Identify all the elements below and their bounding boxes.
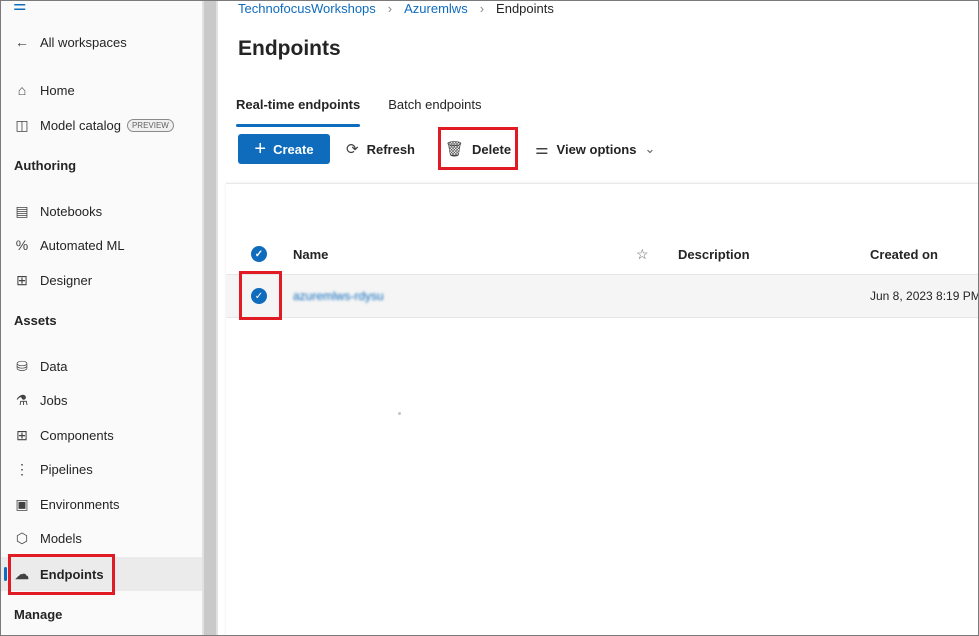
create-label: Create — [273, 141, 314, 157]
cube-icon: ⬡ — [15, 529, 29, 546]
table-header-row: ✓ Name ☆ Description Created on — [226, 236, 978, 272]
section-manage: Manage — [14, 607, 63, 622]
highlight-delete — [438, 127, 518, 170]
notebook-icon: ▤ — [15, 202, 29, 219]
view-options-label: View options — [556, 141, 637, 157]
column-header-description[interactable]: Description — [678, 247, 750, 262]
section-assets: Assets — [14, 313, 57, 328]
designer-icon: ⊞ — [16, 271, 28, 288]
endpoint-tabs: Real-time endpoints Batch endpoints — [236, 97, 481, 112]
table-row[interactable]: ✓ azuremlws-rdysu Jun 8, 2023 8:19 PM — [226, 274, 979, 318]
sliders-icon: ⚌ — [535, 141, 549, 158]
preview-badge: PREVIEW — [126, 118, 174, 132]
highlight-row-checkbox — [239, 271, 282, 320]
nav-label: Jobs — [40, 392, 68, 408]
breadcrumb: TechnofocusWorkshops › Azuremlws › Endpo… — [238, 1, 554, 16]
selected-tab-underline — [236, 124, 360, 127]
model-catalog-icon: ◫ — [15, 116, 29, 133]
environment-icon: ▣ — [15, 495, 29, 512]
refresh-label: Refresh — [366, 141, 415, 157]
nav-item-models[interactable]: ⬡ Models — [1, 521, 202, 555]
chevron-right-icon: › — [479, 1, 485, 16]
endpoints-table: ✓ Name ☆ Description Created on ✓ azurem… — [226, 183, 979, 635]
left-nav: ☰ ← All workspaces ⌂ Home ◫ Model catalo… — [1, 1, 202, 635]
view-options-button[interactable]: ⚌ View options ⌄ — [525, 134, 665, 164]
breadcrumb-current: Endpoints — [496, 1, 554, 16]
nav-item-pipelines[interactable]: ⋮ Pipelines — [1, 452, 202, 486]
tab-batch-endpoints[interactable]: Batch endpoints — [388, 97, 481, 112]
nav-item-data[interactable]: ⛁ Data — [1, 349, 202, 383]
nav-label: Home — [40, 82, 75, 98]
endpoint-created-on: Jun 8, 2023 8:19 PM — [870, 289, 979, 303]
breadcrumb-workspace-group[interactable]: TechnofocusWorkshops — [238, 1, 376, 16]
loading-dot — [398, 412, 401, 415]
nav-label: Models — [40, 530, 82, 546]
pipeline-icon: ⋮ — [15, 460, 29, 477]
select-all-checkbox[interactable]: ✓ — [251, 246, 267, 262]
nav-label: Pipelines — [40, 461, 93, 477]
chevron-right-icon: › — [387, 1, 393, 16]
star-icon[interactable]: ☆ — [636, 246, 649, 263]
automl-icon: % — [15, 237, 29, 253]
back-label: All workspaces — [40, 34, 127, 50]
sidebar-scrollbar-thumb[interactable] — [204, 1, 216, 635]
hamburger-menu-icon[interactable]: ☰ — [13, 1, 26, 13]
endpoint-name-link[interactable]: azuremlws-rdysu — [293, 289, 384, 303]
nav-item-environments[interactable]: ▣ Environments — [1, 487, 202, 521]
main-content: TechnofocusWorkshops › Azuremlws › Endpo… — [218, 1, 979, 635]
nav-label: Data — [40, 358, 68, 374]
home-icon: ⌂ — [17, 82, 27, 98]
nav-item-home[interactable]: ⌂ Home — [1, 73, 202, 107]
refresh-button[interactable]: ⟳ Refresh — [336, 134, 425, 164]
tab-realtime-endpoints[interactable]: Real-time endpoints — [236, 97, 360, 112]
active-indicator — [4, 567, 7, 581]
highlight-endpoints-nav — [8, 554, 115, 595]
nav-label: Components — [40, 427, 114, 443]
window: ☰ ← All workspaces ⌂ Home ◫ Model catalo… — [0, 0, 979, 636]
nav-item-components[interactable]: ⊞ Components — [1, 418, 202, 452]
refresh-icon: ⟳ — [346, 141, 359, 158]
back-to-workspaces-link[interactable]: ← All workspaces — [1, 25, 202, 59]
nav-item-designer[interactable]: ⊞ Designer — [1, 263, 202, 297]
data-icon: ⛁ — [16, 357, 28, 374]
nav-item-jobs[interactable]: ⚗ Jobs — [1, 383, 202, 417]
flask-icon: ⚗ — [15, 391, 29, 408]
chevron-down-icon: ⌄ — [644, 141, 656, 156]
components-icon: ⊞ — [16, 426, 28, 443]
page-title: Endpoints — [238, 37, 341, 60]
nav-item-automated-ml[interactable]: % Automated ML — [1, 228, 202, 262]
section-authoring: Authoring — [14, 158, 77, 173]
breadcrumb-workspace[interactable]: Azuremlws — [404, 1, 468, 16]
plus-icon: + — [254, 138, 267, 160]
column-header-created-on[interactable]: Created on — [870, 247, 938, 262]
nav-label: Model catalog — [40, 117, 121, 133]
nav-item-notebooks[interactable]: ▤ Notebooks — [1, 194, 202, 228]
column-header-name[interactable]: Name — [293, 247, 328, 262]
nav-label: Designer — [40, 272, 93, 288]
back-arrow-icon: ← — [15, 34, 29, 50]
nav-label: Automated ML — [40, 237, 125, 253]
nav-item-model-catalog[interactable]: ◫ Model catalog PREVIEW — [1, 108, 202, 142]
nav-label: Environments — [40, 496, 120, 512]
nav-label: Notebooks — [40, 203, 103, 219]
create-button[interactable]: + Create — [238, 134, 330, 164]
